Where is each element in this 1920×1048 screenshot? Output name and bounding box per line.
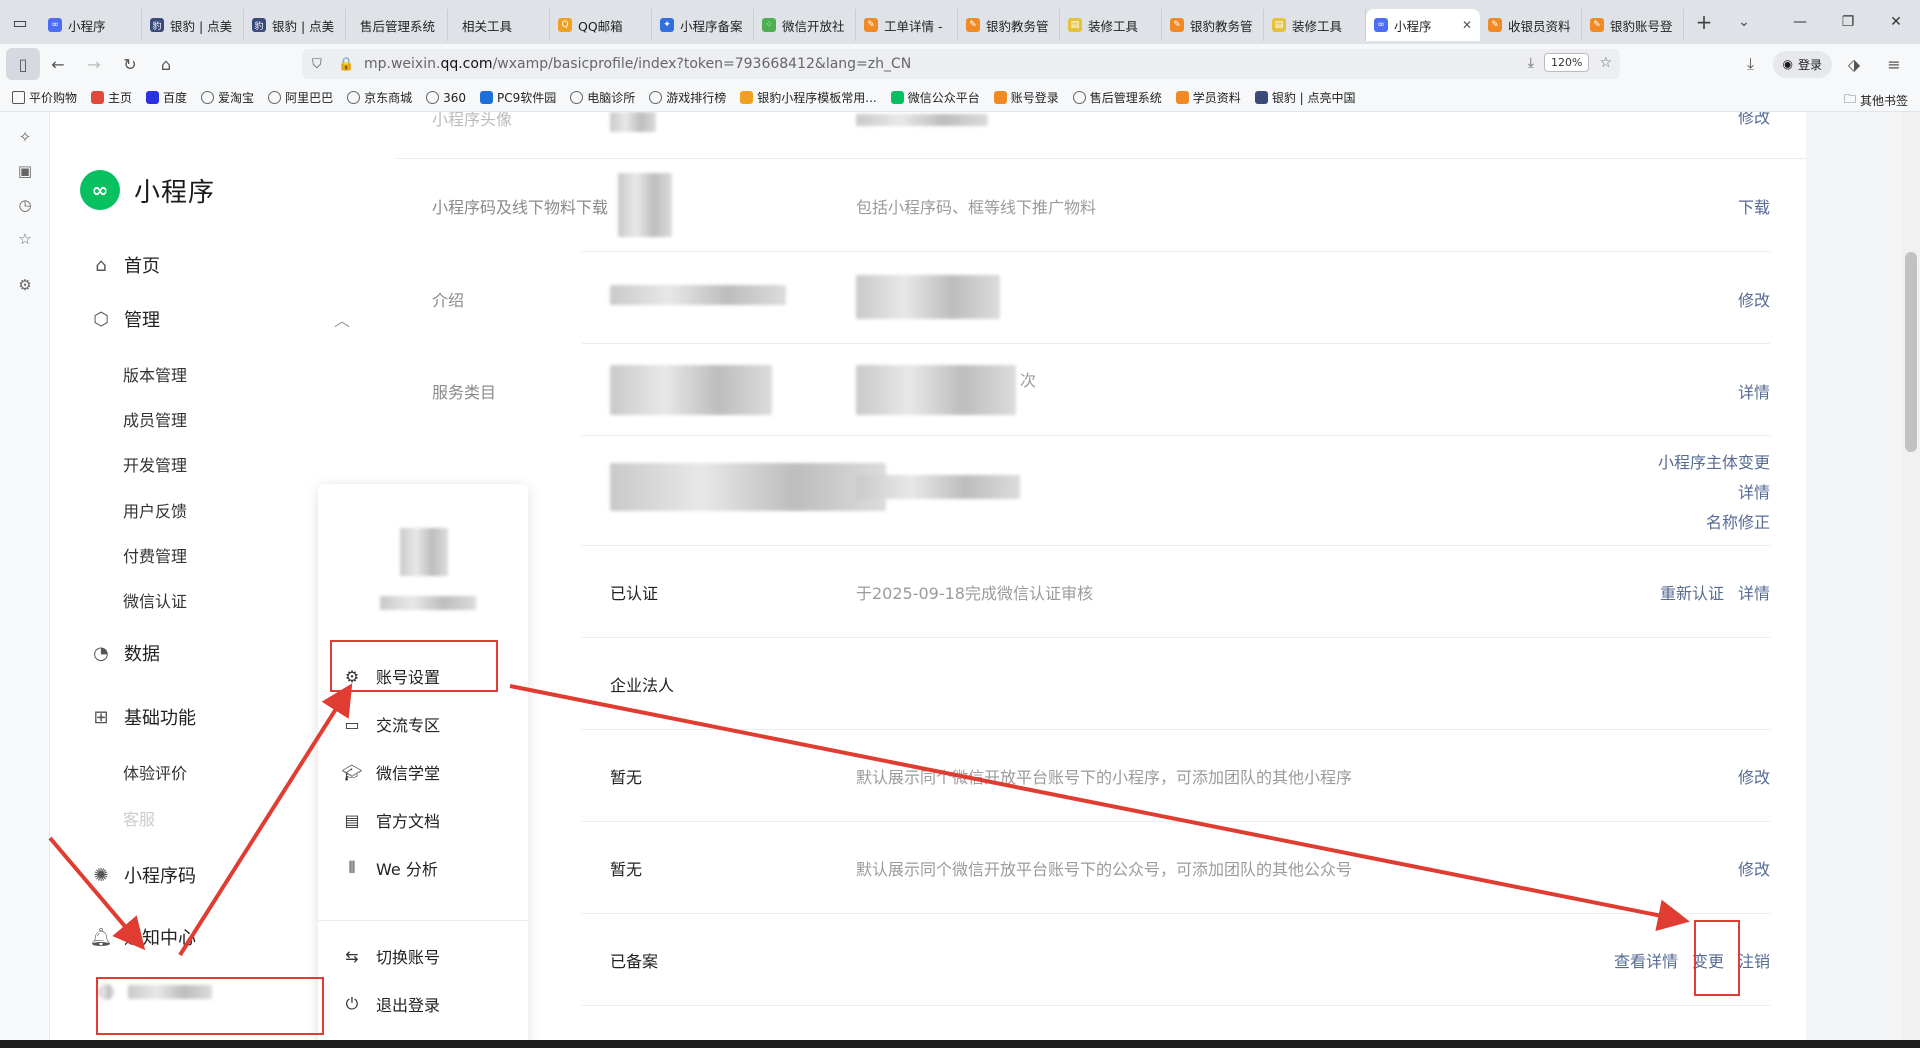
os-taskbar — [0, 1040, 1920, 1048]
arrow-to-account — [48, 836, 146, 951]
arrow-to-change — [509, 684, 1690, 931]
arrow-to-settings — [178, 683, 353, 957]
annotation-arrows — [48, 683, 1690, 957]
